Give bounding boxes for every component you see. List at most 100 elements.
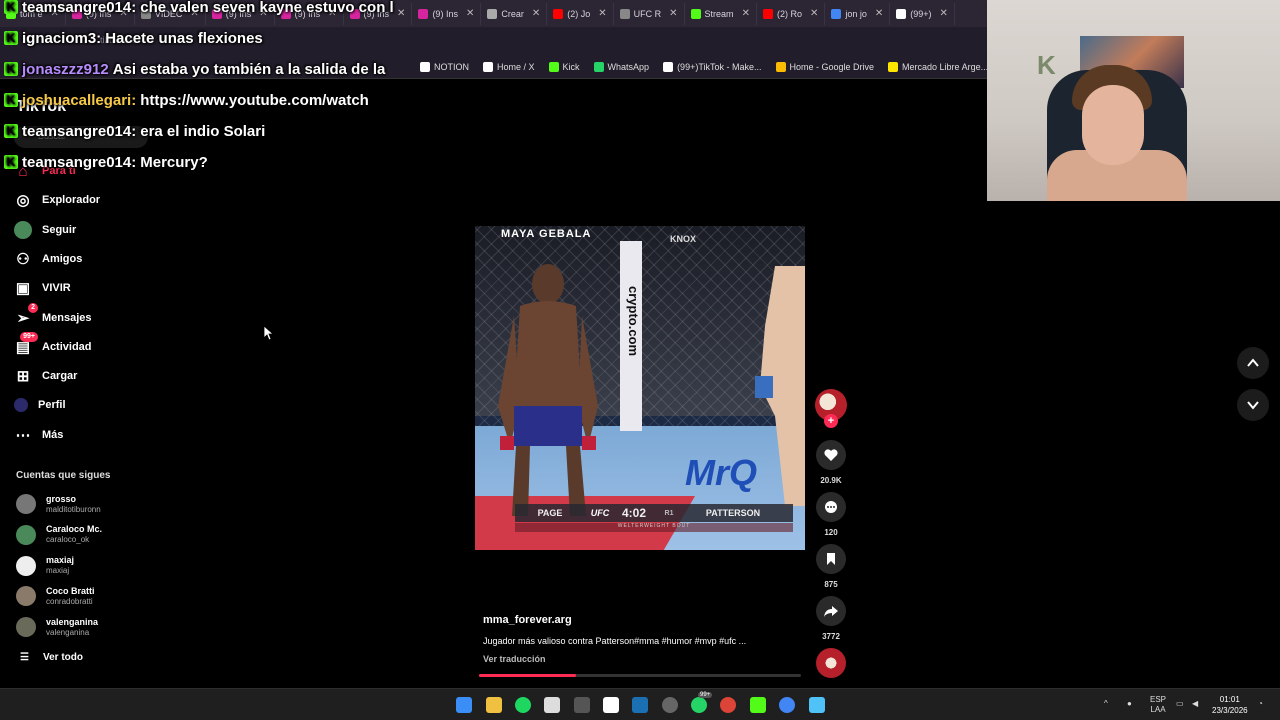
- follow-plus-icon[interactable]: +: [824, 414, 838, 428]
- streamlabs-icon[interactable]: [603, 697, 619, 713]
- chat-username[interactable]: teamsangre014:: [22, 123, 136, 140]
- bookmark-icon: [663, 61, 674, 72]
- share-button[interactable]: [816, 596, 846, 626]
- tab-favicon-icon: [418, 8, 429, 19]
- spotify-icon[interactable]: [515, 697, 531, 713]
- browser-tab[interactable]: (9) Ins ✕: [412, 2, 482, 25]
- tab-close-icon[interactable]: ✕: [598, 8, 606, 19]
- sidebar-item-mensajes[interactable]: ➢ 2 Mensajes: [14, 302, 92, 329]
- compass-icon: ◎: [16, 192, 30, 210]
- bookmark-item[interactable]: Kick: [548, 61, 580, 72]
- sidebar-item-actividad[interactable]: ▤ 99+ Actividad: [14, 331, 92, 358]
- chat-text: https://www.youtube.com/watch: [140, 91, 369, 109]
- tab-close-icon[interactable]: ✕: [532, 8, 540, 19]
- obs-icon[interactable]: [662, 697, 678, 713]
- tab-close-icon[interactable]: ✕: [810, 8, 818, 19]
- video-progress-bar[interactable]: [479, 674, 801, 677]
- bookmark-icon: [548, 61, 559, 72]
- tab-close-icon[interactable]: ✕: [466, 8, 474, 19]
- bookmark-item[interactable]: NOTION: [420, 61, 469, 72]
- browser-tab[interactable]: jon jo ✕: [825, 2, 891, 25]
- heart-button[interactable]: [816, 440, 846, 470]
- following-account[interactable]: valenganina valenganina: [16, 613, 98, 641]
- previous-video-button[interactable]: [1237, 347, 1269, 379]
- following-account[interactable]: maxiaj maxiaj: [16, 552, 74, 580]
- creator-username[interactable]: mma_forever.arg: [483, 614, 572, 626]
- sidebar-item-label: Amigos: [42, 252, 83, 265]
- browser-tab[interactable]: (2) Jo ✕: [547, 2, 614, 25]
- kick-icon[interactable]: [750, 697, 766, 713]
- bookmark-item[interactable]: Mercado Libre Arge...: [888, 61, 988, 72]
- calculator-icon[interactable]: [574, 697, 590, 713]
- chat-username[interactable]: teamsangre014:: [22, 154, 136, 171]
- bookmark-item[interactable]: WhatsApp: [593, 61, 649, 72]
- sidebar-item-más[interactable]: ⋯ Más: [14, 424, 64, 446]
- activity-icon: ▤ 99+: [14, 331, 38, 356]
- bookmark-button[interactable]: [816, 544, 846, 574]
- notepad-icon[interactable]: [809, 697, 825, 713]
- following-account-name: Coco Bratti: [46, 585, 95, 596]
- music-disc-icon[interactable]: [816, 648, 846, 678]
- chrome-active-icon[interactable]: [779, 697, 795, 713]
- tab-close-icon[interactable]: ✕: [940, 8, 948, 19]
- sidebar-item-cargar[interactable]: ⊞ Cargar: [14, 365, 78, 387]
- clock[interactable]: 01:01 23/3/2026: [1212, 694, 1248, 716]
- sidebar-item-vivir[interactable]: ▣ VIVIR: [14, 277, 71, 299]
- browser-tab[interactable]: UFC R ✕: [614, 2, 685, 25]
- whatsapp-icon[interactable]: [691, 697, 707, 713]
- tab-close-icon[interactable]: ✕: [397, 8, 405, 19]
- sidebar-item-label: Perfil: [38, 399, 66, 412]
- bookmark-icon: [827, 553, 835, 565]
- browser-tab[interactable]: Stream ✕: [685, 2, 757, 25]
- chat-username[interactable]: teamsangre014:: [22, 0, 136, 16]
- tab-close-icon[interactable]: ✕: [742, 8, 750, 19]
- windows-taskbar: 99+ ^ ● ESP LAA ▭ ◀ 01:01 23/3/2026 ◔: [0, 688, 1280, 720]
- tab-favicon-icon: [690, 8, 701, 19]
- following-account[interactable]: Caraloco Mc. caraloco_ok: [16, 521, 102, 549]
- sidebar-item-explorador[interactable]: ◎ Explorador: [14, 189, 100, 211]
- following-title: Cuentas que sigues: [16, 470, 111, 481]
- chat-message: Kjoshuacallegari: https://www.youtube.com…: [4, 88, 369, 112]
- browser-tab[interactable]: (2) Ro ✕: [757, 2, 826, 25]
- tab-close-icon[interactable]: ✕: [669, 8, 677, 19]
- sidebar-item-perfil[interactable]: Perfil: [14, 394, 66, 416]
- chrome-icon[interactable]: [720, 697, 736, 713]
- next-video-button[interactable]: [1237, 389, 1269, 421]
- bookmark-item[interactable]: Home / X: [483, 61, 535, 72]
- file-explorer-icon[interactable]: [486, 697, 502, 713]
- sidebar-item-amigos[interactable]: ⚇ Amigos: [14, 248, 82, 270]
- browser-tab[interactable]: (99+) ✕: [890, 2, 955, 25]
- bookmark-item[interactable]: (99+)TikTok - Make...: [663, 61, 762, 72]
- messages-icon: ➢ 2: [14, 302, 38, 327]
- chat-username[interactable]: ignaciom3:: [22, 30, 101, 47]
- network-icon[interactable]: ▭: [1176, 699, 1184, 708]
- translate-link[interactable]: Ver traducción: [483, 654, 546, 664]
- chat-username[interactable]: joshuacallegari:: [22, 92, 136, 109]
- see-all-button[interactable]: ☰ Ver todo: [20, 652, 83, 663]
- microphone-icon[interactable]: ●: [1127, 699, 1132, 708]
- video-floor-text: MrQ: [685, 452, 757, 493]
- fighter-right: [755, 266, 805, 506]
- comment-button[interactable]: [816, 492, 846, 522]
- tray-chevron-icon[interactable]: ^: [1104, 699, 1108, 708]
- steam-icon[interactable]: [632, 697, 648, 713]
- following-account[interactable]: Coco Bratti conradobratti: [16, 582, 95, 610]
- following-account-name: maxiaj: [46, 555, 75, 566]
- volume-icon[interactable]: ◀: [1192, 699, 1198, 708]
- scorebug: PAGE UFC 4:02 R1 PATTERSON: [515, 504, 793, 522]
- start-icon[interactable]: [456, 697, 472, 713]
- bookmark-label: Kick: [562, 61, 580, 72]
- chat-username[interactable]: jonaszzz912: [22, 61, 109, 78]
- browser-tab[interactable]: Crear ✕: [481, 2, 548, 25]
- following-account-handle: malditotiburonn: [46, 504, 101, 514]
- language-indicator[interactable]: ESP LAA: [1150, 695, 1166, 715]
- video-player[interactable]: MrQ crypto.com MAYA GEBALA KNOX PAGE UFC…: [475, 226, 805, 550]
- following-account[interactable]: grosso malditotiburonn: [16, 490, 101, 518]
- sidebar-item-seguir[interactable]: Seguir: [14, 219, 76, 241]
- chat-message: Kteamsangre014: che valen seven kayne est…: [4, 0, 394, 19]
- tab-close-icon[interactable]: ✕: [875, 8, 883, 19]
- kick-badge-icon: K: [4, 155, 18, 169]
- bookmark-item[interactable]: Home - Google Drive: [775, 61, 874, 72]
- store-icon[interactable]: [544, 697, 560, 713]
- notifications-icon[interactable]: ◔: [1258, 699, 1263, 708]
